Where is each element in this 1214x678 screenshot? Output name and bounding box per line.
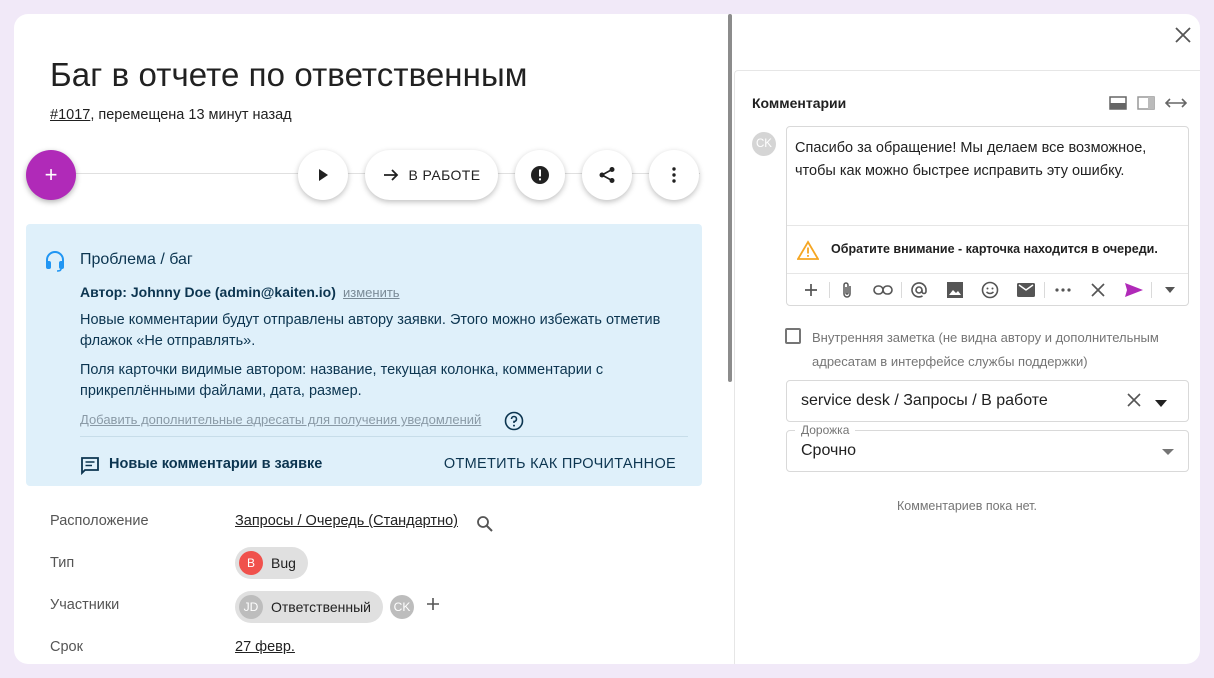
lane-dropdown-icon[interactable] [1162,449,1174,455]
more-horizontal-icon[interactable] [1045,275,1081,305]
send-icon[interactable] [1116,275,1152,305]
attach-icon[interactable] [830,275,866,305]
notify-info-text: Новые комментарии будут отправлены автор… [80,312,661,349]
mention-icon[interactable] [902,275,938,305]
card-details-panel: Баг в отчете по ответственным #1017, пер… [14,14,730,664]
alert-icon [531,166,549,184]
type-value: Bug [271,555,296,571]
expand-horizontal-icon[interactable] [1165,97,1187,109]
change-author-link[interactable]: изменить [343,285,400,300]
request-type: Проблема / баг [80,251,193,268]
panel-right-icon[interactable] [1137,96,1155,110]
email-icon[interactable] [1008,275,1044,305]
discard-icon[interactable] [1080,275,1116,305]
close-icon[interactable] [1174,26,1192,49]
chevron-down-icon[interactable] [1155,395,1167,413]
new-comments-label: Новые комментарии в заявке [109,456,323,472]
link-icon[interactable] [865,275,901,305]
share-button[interactable] [582,150,632,200]
empty-comments-text: Комментариев пока нет. [897,499,1037,513]
view-switcher [1109,96,1187,110]
send-options-icon[interactable] [1152,275,1188,305]
member2-avatar[interactable]: CK [390,595,414,619]
lane-value: Срочно [801,442,857,459]
headset-icon [44,250,66,277]
add-recipients-link[interactable]: Добавить дополнительные адресаты для пол… [80,412,481,427]
type-avatar: B [239,551,263,575]
lane-label: Дорожка [795,423,856,437]
internal-note-label[interactable]: Внутренняя заметка (не видна автору и до… [812,326,1192,374]
members-label: Участники [50,597,120,613]
internal-note-checkbox[interactable] [785,328,801,344]
lane-select[interactable]: Дорожка Срочно [786,423,1189,472]
card-modal: Баг в отчете по ответственным #1017, пер… [14,14,1200,664]
scrollbar[interactable] [728,14,732,382]
request-author: Автор: Johnny Doe (admin@kaiten.io) [80,284,336,300]
location-link[interactable]: Запросы / Очередь (Стандартно) [235,513,458,529]
add-member-icon[interactable] [426,597,440,616]
path-value: service desk / Запросы / В работе [801,392,1048,409]
card-moved-text: , перемещена 13 минут назад [90,107,292,123]
comments-panel: Комментарии CK Спасибо за обращение! Мы … [734,14,1200,664]
card-meta: #1017, перемещена 13 минут назад [50,107,292,123]
image-icon[interactable] [937,275,973,305]
deadline-label: Срок [50,639,83,655]
member-role: Ответственный [271,599,371,615]
info-divider [80,436,688,437]
card-title[interactable]: Баг в отчете по ответственным [50,56,528,94]
service-desk-info: Проблема / баг Автор: Johnny Doe (admin@… [26,224,702,486]
deadline-link[interactable]: 27 февр. [235,639,295,655]
block-button[interactable] [515,150,565,200]
more-vertical-icon [672,167,676,183]
mark-read-button[interactable]: ОТМЕТИТЬ КАК ПРОЧИТАННОЕ [444,456,676,472]
panel-bottom-icon[interactable] [1109,96,1127,110]
add-button[interactable]: + [26,150,76,200]
comments-title: Комментарии [752,95,847,111]
comment-editor[interactable]: Спасибо за обращение! Мы делаем все возм… [786,126,1189,306]
help-icon[interactable] [504,411,524,436]
warning-text: Обратите внимание - карточка находится в… [831,242,1158,256]
clear-icon[interactable] [1127,393,1141,412]
emoji-icon[interactable] [973,275,1009,305]
share-icon [599,167,615,183]
type-chip[interactable]: B Bug [235,547,308,579]
search-icon[interactable] [476,515,494,538]
comment-icon [80,456,100,481]
insert-plus-icon[interactable] [793,275,829,305]
responsible-chip[interactable]: JD Ответственный [235,591,383,623]
comment-draft[interactable]: Спасибо за обращение! Мы делаем все возм… [795,137,1185,183]
member-avatar: JD [239,595,263,619]
more-button[interactable] [649,150,699,200]
card-id-link[interactable]: #1017 [50,107,90,123]
visible-fields-text: Поля карточки видимые автором: название,… [80,362,604,399]
arrow-right-icon [383,169,398,181]
path-select[interactable]: service desk / Запросы / В работе [786,380,1189,422]
play-button[interactable] [298,150,348,200]
queue-warning: Обратите внимание - карточка находится в… [787,225,1188,273]
location-label: Расположение [50,513,149,529]
status-button-label: В РАБОТЕ [408,167,481,183]
status-button[interactable]: В РАБОТЕ [365,150,498,200]
editor-toolbar [787,273,1188,306]
type-label: Тип [50,555,75,571]
current-user-avatar: CK [752,132,776,156]
warning-icon [796,240,820,265]
play-icon [319,169,328,181]
